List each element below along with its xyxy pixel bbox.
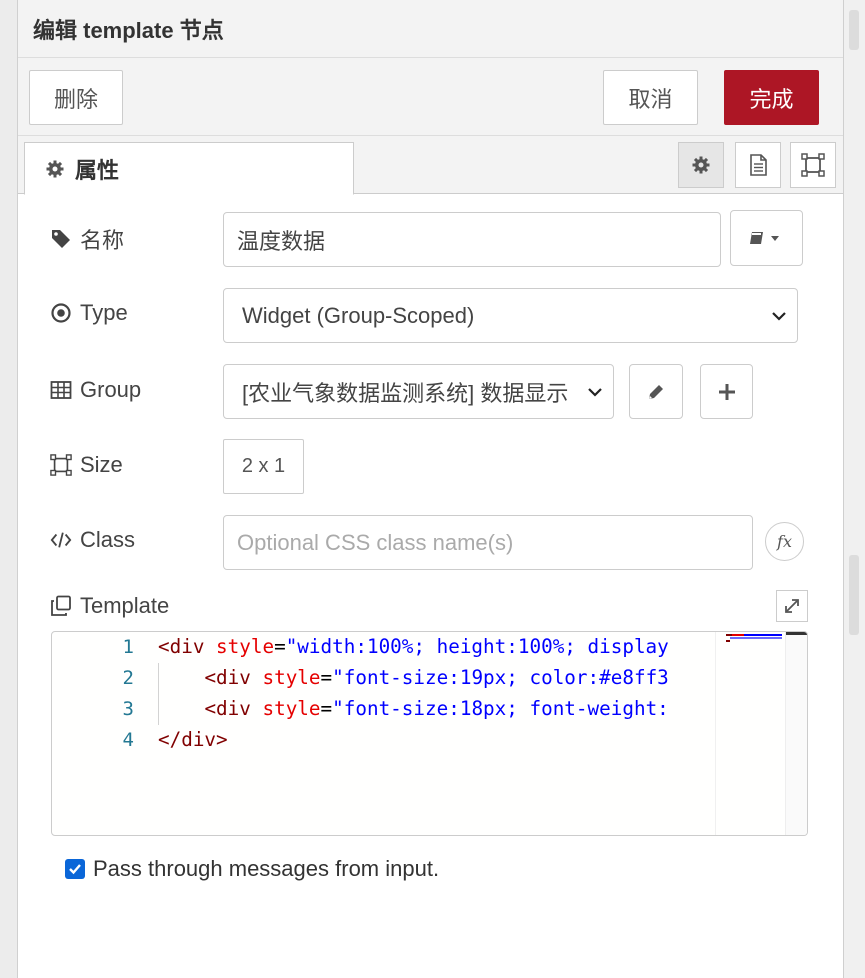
group-select[interactable]: [农业气象数据监测系统] 数据显示 bbox=[223, 364, 614, 419]
type-select[interactable]: Widget (Group-Scoped) bbox=[223, 288, 798, 343]
template-label: Template bbox=[50, 593, 169, 619]
editor-scroll-indicator bbox=[786, 632, 807, 635]
tag-icon bbox=[52, 230, 70, 248]
fx-icon: fx bbox=[777, 532, 792, 551]
gear-icon bbox=[46, 160, 64, 177]
workspace-edge-left bbox=[0, 0, 18, 978]
passthru-row[interactable]: Pass through messages from input. bbox=[65, 856, 439, 882]
tab-description-button[interactable] bbox=[735, 142, 781, 188]
add-group-button[interactable] bbox=[700, 364, 753, 419]
expand-editor-button[interactable] bbox=[776, 590, 808, 622]
tray-toolbar: 删除 取消 完成 bbox=[18, 58, 843, 136]
editor-minimap[interactable] bbox=[715, 632, 785, 835]
gear-icon bbox=[692, 156, 710, 174]
minimap-token bbox=[730, 637, 782, 639]
line-number: 3 bbox=[122, 698, 134, 720]
dot-circle-icon bbox=[51, 303, 71, 323]
passthru-checkbox[interactable] bbox=[65, 859, 85, 879]
code-icon bbox=[50, 532, 72, 548]
document-icon bbox=[750, 154, 767, 176]
line-number: 4 bbox=[122, 729, 134, 751]
line-number-gutter: 1 2 3 4 bbox=[52, 632, 158, 835]
editor-scrollbar[interactable] bbox=[785, 632, 807, 835]
expression-button[interactable]: fx bbox=[765, 522, 804, 561]
scroll-thumb[interactable] bbox=[849, 10, 859, 50]
code-line[interactable]: <div style="font-size:19px; color:#e8ff3 bbox=[158, 666, 668, 689]
template-code-editor[interactable]: 1 2 3 4 <div style="width:100%; height:1… bbox=[51, 631, 808, 836]
class-label: Class bbox=[50, 527, 135, 553]
clone-icon bbox=[51, 595, 71, 616]
tab-label: 属性 bbox=[75, 157, 120, 183]
tab-properties[interactable]: 属性 bbox=[24, 142, 354, 195]
tab-appearance-button[interactable] bbox=[790, 142, 836, 188]
name-input[interactable]: 温度数据 bbox=[223, 212, 721, 267]
minimap-token bbox=[726, 640, 730, 642]
minimap-token bbox=[744, 634, 782, 636]
type-label: Type bbox=[50, 300, 128, 326]
code-line[interactable]: <div style="font-size:18px; font-weight: bbox=[158, 697, 668, 720]
code-line[interactable]: </div> bbox=[158, 728, 228, 751]
edit-group-button[interactable] bbox=[629, 364, 683, 419]
passthru-label: Pass through messages from input. bbox=[93, 856, 440, 881]
minimap-token bbox=[732, 634, 744, 636]
group-label: Group bbox=[50, 377, 141, 403]
cancel-button[interactable]: 取消 bbox=[603, 70, 698, 125]
table-icon bbox=[50, 381, 72, 399]
name-label: 名称 bbox=[50, 223, 124, 255]
size-frame-icon bbox=[50, 454, 72, 476]
size-button[interactable]: 2 x 1 bbox=[223, 439, 304, 494]
line-number: 1 bbox=[122, 636, 134, 658]
code-line[interactable]: <div style="width:100%; height:100%; dis… bbox=[158, 635, 669, 658]
edit-tray: 编辑 template 节点 删除 取消 完成 属性 名称 温度数据 Type … bbox=[18, 0, 843, 978]
chevron-down-icon bbox=[588, 387, 602, 397]
expand-icon bbox=[785, 599, 799, 613]
check-icon bbox=[69, 864, 81, 875]
plus-icon bbox=[718, 383, 735, 400]
tab-node-properties-button[interactable] bbox=[678, 142, 724, 188]
tray-header: 编辑 template 节点 bbox=[18, 0, 843, 58]
done-button[interactable]: 完成 bbox=[724, 70, 819, 125]
book-dropdown-icon bbox=[749, 232, 779, 244]
scroll-thumb[interactable] bbox=[849, 555, 859, 635]
class-input[interactable]: Optional CSS class name(s) bbox=[223, 515, 753, 570]
size-label: Size bbox=[50, 452, 123, 478]
line-number: 2 bbox=[122, 667, 134, 689]
workspace-scrollbar-right[interactable] bbox=[843, 0, 865, 978]
pencil-icon bbox=[649, 384, 663, 399]
name-library-button[interactable] bbox=[730, 210, 803, 266]
delete-button[interactable]: 删除 bbox=[29, 70, 123, 125]
size-frame-icon bbox=[801, 153, 825, 177]
tabs-bar: 属性 bbox=[18, 136, 843, 195]
chevron-down-icon bbox=[772, 311, 786, 321]
tray-title: 编辑 template 节点 bbox=[33, 17, 224, 43]
